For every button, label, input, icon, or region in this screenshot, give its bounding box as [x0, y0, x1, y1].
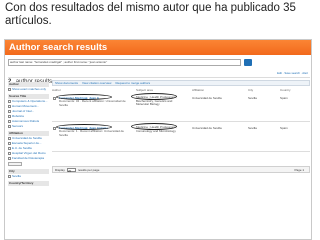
col-affiliation[interactable]: Affiliation — [192, 88, 248, 92]
search-actions[interactable]: Edit · Save search · Alert — [277, 71, 308, 75]
result-row: Fernandez-Madrigal, Juan Antonio Documen… — [52, 123, 310, 152]
slide-caption: Con dos resultados del mismo autor que h… — [5, 2, 296, 27]
country: Spain — [280, 96, 288, 100]
result-row: Fernandez-Madrigal, Juan A. Documents: 3… — [52, 93, 310, 122]
affiliation: Universidad de Sevilla — [192, 126, 222, 130]
checkbox[interactable] — [8, 125, 11, 128]
col-author[interactable]: Author — [52, 88, 136, 92]
sidebar-item[interactable]: Sensors — [8, 124, 49, 129]
author-meta: Documents: 34 · Recent affiliation: Univ… — [59, 99, 126, 107]
author-meta: Documents: 1 · Recent affiliation: Unive… — [59, 129, 124, 137]
col-country[interactable]: Country — [280, 88, 308, 92]
column-headers: Author Subject area Affiliation City Cou… — [52, 87, 310, 92]
checkbox[interactable] — [8, 120, 11, 123]
city: Sevilla — [248, 96, 257, 100]
checkbox[interactable] — [8, 142, 11, 145]
checkbox[interactable] — [8, 175, 11, 178]
col-area[interactable]: Subject area — [136, 88, 192, 92]
highlight-oval — [56, 94, 112, 100]
merge-authors-link[interactable]: Request to merge authors — [115, 81, 150, 85]
per-page-select[interactable]: 20 — [66, 167, 76, 173]
col-city[interactable]: City — [248, 88, 280, 92]
checkbox[interactable] — [8, 100, 11, 103]
per-page-label: results per page — [77, 167, 100, 172]
country: Spain — [280, 126, 288, 130]
show-documents-link[interactable]: Show documents — [55, 81, 78, 85]
checkbox[interactable] — [8, 105, 11, 108]
highlight-oval — [131, 123, 177, 130]
results-list: Show documents View citation overview Re… — [52, 80, 310, 190]
checkbox[interactable] — [8, 115, 11, 118]
search-button[interactable] — [244, 59, 252, 66]
search-bar: author last name: "fernandez-madrigal" ;… — [8, 59, 308, 66]
results-banner: Author search results — [5, 40, 311, 55]
checkbox[interactable] — [8, 157, 11, 160]
affiliation: Universidad de Sevilla — [192, 96, 222, 100]
checkbox[interactable] — [8, 147, 11, 150]
sidebar-item[interactable]: Show exact matches only — [8, 87, 49, 92]
pagination-bar: Display 20 results per page Page 1 — [52, 166, 310, 173]
limit-to-button[interactable] — [8, 162, 22, 166]
results-toolbar: Show documents View citation overview Re… — [52, 80, 310, 86]
highlight-oval — [56, 124, 112, 130]
results-count-row: 2 author results Edit · Save search · Al… — [8, 70, 310, 85]
display-label: Display — [55, 167, 65, 172]
checkbox[interactable] — [8, 110, 11, 113]
screenshot-panel: Author search results author last name: … — [4, 39, 312, 240]
highlight-oval — [131, 93, 177, 100]
page-indicator[interactable]: Page 1 — [294, 168, 304, 172]
city: Sevilla — [248, 126, 257, 130]
search-query-field[interactable]: author last name: "fernandez-madrigal" ;… — [8, 59, 241, 66]
sidebar-head-country[interactable]: Country/Territory — [8, 181, 49, 186]
checkbox[interactable] — [8, 137, 11, 140]
citation-overview-link[interactable]: View citation overview — [82, 81, 111, 85]
checkbox[interactable] — [8, 152, 11, 155]
sidebar-item[interactable]: Sevilla — [8, 174, 49, 179]
refine-sidebar: Author Show exact matches only Source Ti… — [8, 80, 49, 238]
checkbox[interactable] — [8, 88, 11, 91]
